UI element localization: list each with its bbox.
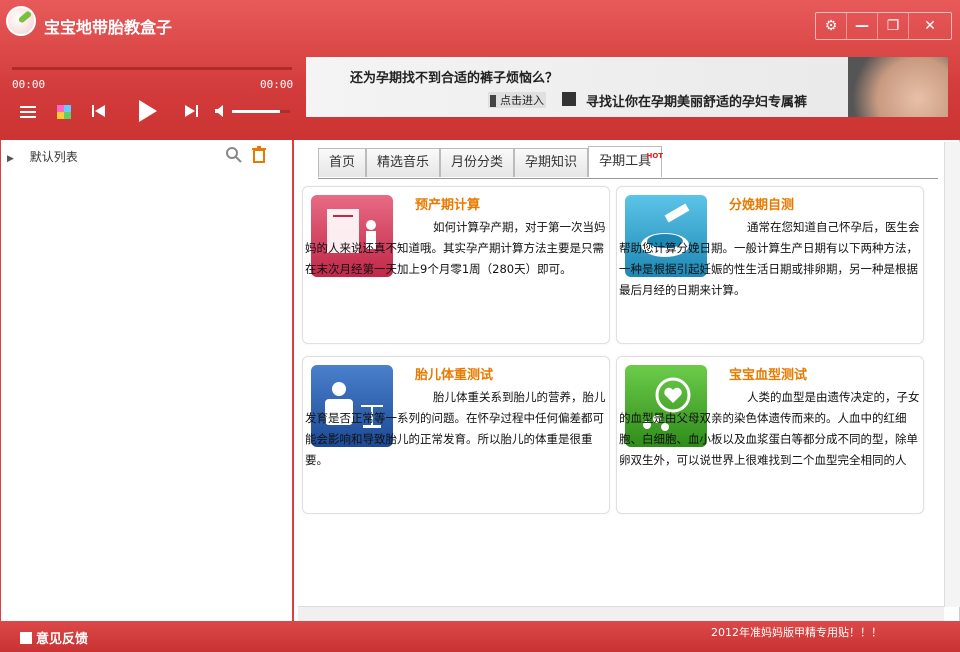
play-icon[interactable] <box>134 98 160 124</box>
playlist-item-default[interactable]: ▶ 默认列表 <box>7 148 78 165</box>
app-title: 宝宝地带胎教盒子 <box>44 18 173 37</box>
time-total: 00:00 <box>260 78 294 91</box>
card-title: 胎儿体重测试 <box>415 368 494 383</box>
close-icon[interactable]: ✕ <box>909 13 951 39</box>
tab-home[interactable]: 首页 <box>318 148 367 177</box>
tab-knowledge[interactable]: 孕期知识 <box>514 148 589 177</box>
tab-tools-label: 孕期工具 <box>599 154 652 169</box>
notice-link[interactable]: 2012年准妈妈版甲精专用贴！！！ <box>711 624 882 640</box>
banner-click-button[interactable]: 点击进入 <box>488 92 546 108</box>
content-panel: 首页 精选音乐 月份分类 孕期知识 孕期工具 HOT 预产期计算 如何计算孕产期… <box>296 140 960 621</box>
card-text: 如何计算孕产期，对于第一次当妈妈的人来说还真不知道哦。其实孕产期计算方法主要是只… <box>305 220 606 276</box>
volume-slider[interactable] <box>232 110 290 113</box>
banner-slogan: 寻找让你在孕期美丽舒适的孕妇专属裤 <box>586 95 808 110</box>
next-icon[interactable] <box>182 102 200 120</box>
card-text: 通常在您知道自己怀孕后，医生会帮助您计算分娩日期。一般计算生产日期有以下两种方法… <box>619 220 920 297</box>
trash-icon[interactable] <box>251 146 267 168</box>
tab-months[interactable]: 月份分类 <box>440 148 515 177</box>
tab-music[interactable]: 精选音乐 <box>366 148 441 177</box>
card-text: 胎儿体重关系到胎儿的营养，胎儿发育是否正常等一系列的问题。在怀孕过程中任何偏差都… <box>305 390 606 467</box>
ad-banner[interactable]: 还为孕期找不到合适的裤子烦恼么？ 点击进入 寻找让你在孕期美丽舒适的孕妇专属裤 <box>306 57 948 117</box>
app-logo-icon <box>6 6 36 36</box>
playlist-panel: ▶ 默认列表 <box>0 140 294 621</box>
banner-photo <box>848 57 948 117</box>
previous-icon[interactable] <box>90 102 108 120</box>
expand-arrow-icon[interactable]: ▶ <box>7 154 14 164</box>
card-title: 宝宝血型测试 <box>729 368 808 383</box>
tool-card[interactable]: 宝宝血型测试 人类的血型是由遗传决定的，子女的血型是由父母双亲的染色体遗传而来的… <box>616 356 924 514</box>
vertical-scrollbar[interactable] <box>944 142 960 607</box>
skin-icon[interactable] <box>56 104 72 120</box>
playback-progress-bar[interactable] <box>12 67 292 70</box>
tool-card[interactable]: 胎儿体重测试 胎儿体重关系到胎儿的营养，胎儿发育是否正常等一系列的问题。在怀孕过… <box>302 356 610 514</box>
search-icon[interactable] <box>225 146 243 168</box>
horizontal-scrollbar[interactable] <box>298 606 944 621</box>
menu-icon[interactable] <box>18 104 38 120</box>
card-title: 分娩期自测 <box>729 198 795 213</box>
tab-tools[interactable]: 孕期工具 HOT <box>588 146 663 177</box>
card-text: 人类的血型是由遗传决定的，子女的血型是由父母双亲的染色体遗传而来的。人血中的红细… <box>619 390 920 467</box>
banner-question: 还为孕期找不到合适的裤子烦恼么？ <box>350 71 559 86</box>
settings-icon[interactable]: ⚙ <box>816 13 847 39</box>
tool-card[interactable]: 分娩期自测 通常在您知道自己怀孕后，医生会帮助您计算分娩日期。一般计算生产日期有… <box>616 186 924 344</box>
hot-badge: HOT <box>646 152 664 160</box>
minimize-icon[interactable]: — <box>847 13 878 39</box>
feedback-button[interactable]: 意见反馈 <box>20 628 88 647</box>
window-controls: ⚙ — ❐ ✕ <box>815 12 952 40</box>
edit-icon <box>20 632 32 644</box>
card-title: 预产期计算 <box>415 198 481 213</box>
restore-icon[interactable]: ❐ <box>878 13 909 39</box>
feedback-label: 意见反馈 <box>36 632 89 647</box>
banner-arrow-icon <box>562 92 576 106</box>
tab-bar: 首页 精选音乐 月份分类 孕期知识 孕期工具 HOT <box>318 146 938 179</box>
tool-card[interactable]: 预产期计算 如何计算孕产期，对于第一次当妈妈的人来说还真不知道哦。其实孕产期计算… <box>302 186 610 344</box>
volume-icon[interactable] <box>214 104 226 118</box>
playlist-label: 默认列表 <box>29 150 78 164</box>
time-current: 00:00 <box>12 78 46 91</box>
